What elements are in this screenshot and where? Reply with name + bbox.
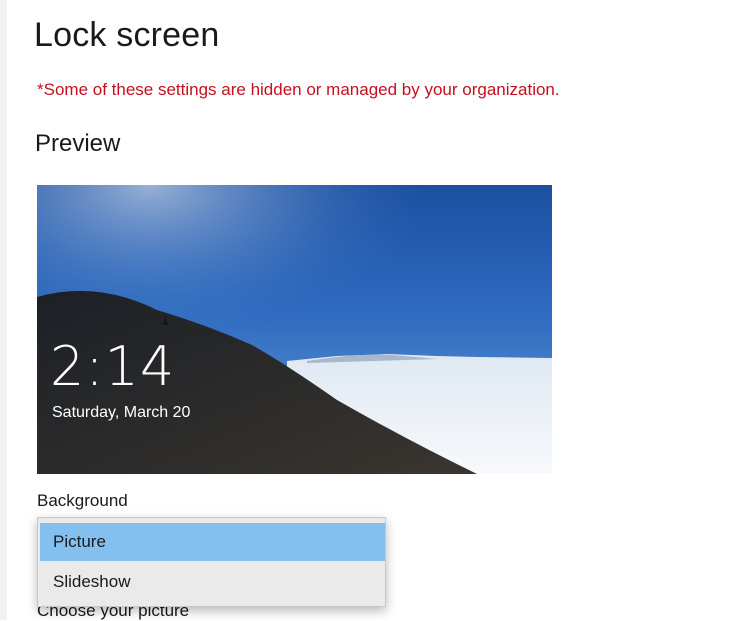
preview-clock-time: 2:14 [50,335,176,398]
background-label: Background [37,491,128,510]
lock-screen-preview: 2:14 Saturday, March 20 [37,185,552,474]
preview-background-image [37,185,552,474]
background-option-picture[interactable]: Picture [40,523,385,561]
preview-date: Saturday, March 20 [52,404,191,421]
preview-section-title: Preview [35,130,121,157]
window-left-edge [0,0,7,620]
page-title: Lock screen [34,16,220,54]
managed-warning-text: *Some of these settings are hidden or ma… [37,80,560,99]
background-dropdown-list[interactable]: Picture Slideshow [37,517,386,607]
background-option-slideshow[interactable]: Slideshow [40,563,385,601]
